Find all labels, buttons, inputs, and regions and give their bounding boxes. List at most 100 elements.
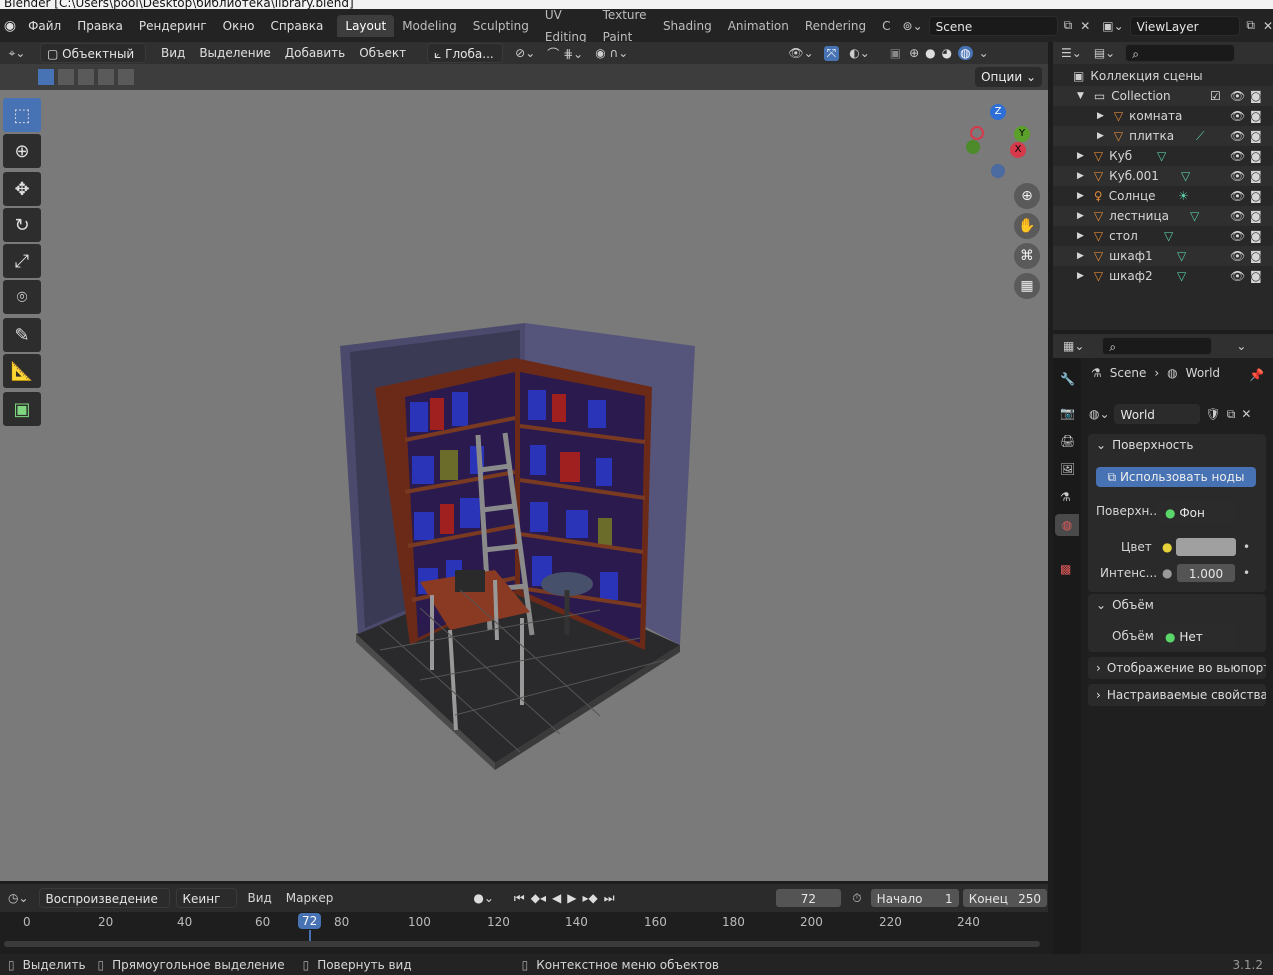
prev-keyframe-icon[interactable]: ◆◂ <box>531 891 546 905</box>
viewport-display-panel[interactable]: › Отображение во вьюпорте <box>1088 657 1266 679</box>
output-tab-icon[interactable]: 🖨 <box>1060 434 1075 448</box>
menu-help[interactable]: Справка <box>263 19 332 33</box>
orientation-select[interactable]: ⟀ Глоба... <box>427 43 504 63</box>
outliner-row-plitka[interactable]: ▶ ▽ плитка ⟋ 👁 ◙ <box>1053 126 1273 146</box>
gizmo-neg-x[interactable] <box>970 126 984 140</box>
camera-icon[interactable]: ◙ <box>1250 149 1262 163</box>
menu-object[interactable]: Объект <box>352 46 413 60</box>
expand-arrow-icon[interactable]: ▶ <box>1077 151 1084 161</box>
jump-end-icon[interactable]: ⏭ <box>604 891 615 906</box>
eye-icon[interactable]: 👁 <box>1230 209 1245 223</box>
tab-rendering[interactable]: Rendering <box>797 15 874 37</box>
new-viewlayer-icon[interactable]: ⧉ <box>1246 18 1255 33</box>
eye-icon[interactable]: 👁 <box>1230 169 1245 183</box>
timeline-scrollbar[interactable] <box>4 941 1040 947</box>
intensity-dot-icon[interactable]: • <box>1243 566 1250 580</box>
tab-sculpting[interactable]: Sculpting <box>465 15 537 37</box>
outliner-row-stol[interactable]: ▶ ▽ стол ▽ 👁 ◙ <box>1053 226 1273 246</box>
move-tool-icon[interactable]: ✥ <box>3 172 41 206</box>
texture-tab-icon[interactable]: ▩ <box>1060 562 1071 576</box>
outliner-row-collection[interactable]: ▼ ▭ Collection ☑ 👁 ◙ <box>1053 86 1273 106</box>
next-keyframe-icon[interactable]: ▸◆ <box>582 891 597 905</box>
tab-more[interactable]: C <box>874 15 898 37</box>
play-reverse-icon[interactable]: ◀ <box>552 891 561 905</box>
custom-properties-panel[interactable]: › Настраиваемые свойства <box>1088 684 1266 706</box>
select-new-icon[interactable] <box>38 69 54 85</box>
timeline-ruler[interactable]: 0 20 40 60 72 80 100 120 140 160 180 200… <box>0 912 1048 954</box>
menu-window[interactable]: Окно <box>215 19 263 33</box>
intensity-field[interactable]: 1.000 <box>1176 563 1236 583</box>
mode-select[interactable]: ▢ Объектный ... <box>40 43 146 81</box>
menu-edit[interactable]: Правка <box>69 19 131 33</box>
annotate-tool-icon[interactable]: ✎ <box>3 318 41 352</box>
camera-icon[interactable]: ◙ <box>1250 129 1262 143</box>
tab-uv-editing[interactable]: UV Editing <box>537 4 595 48</box>
scene-field[interactable]: Scene <box>928 15 1058 36</box>
camera-icon[interactable]: ◙ <box>1250 89 1262 103</box>
outliner-editor-icon[interactable]: ☰⌄ <box>1061 46 1082 60</box>
eye-icon[interactable]: 👁 <box>1230 229 1245 243</box>
camera-icon[interactable]: ◙ <box>1250 189 1262 203</box>
overlay-icon[interactable]: ◐⌄ <box>849 46 870 60</box>
cursor-tool-icon[interactable]: ⊕ <box>3 134 41 168</box>
delete-scene-icon[interactable]: ✕ <box>1080 19 1090 33</box>
rotate-tool-icon[interactable]: ↻ <box>3 208 41 242</box>
gizmo-neg-y[interactable] <box>966 140 980 154</box>
eye-icon[interactable]: 👁 <box>1230 269 1245 283</box>
menu-view[interactable]: Вид <box>154 46 192 60</box>
viewlayer-icon[interactable]: ▣⌄ <box>1102 19 1123 33</box>
tab-modeling[interactable]: Modeling <box>394 15 465 37</box>
color-swatch[interactable] <box>1176 538 1236 556</box>
camera-icon[interactable]: ◙ <box>1250 209 1262 223</box>
camera-icon[interactable]: ◙ <box>1250 249 1262 263</box>
delete-viewlayer-icon[interactable]: ✕ <box>1263 19 1273 33</box>
gizmo-y-axis[interactable]: Y <box>1014 126 1030 142</box>
material-shading-icon[interactable]: ◕ <box>942 46 952 60</box>
expand-arrow-icon[interactable]: ▶ <box>1077 191 1084 201</box>
outliner-row-shkaf2[interactable]: ▶ ▽ шкаф2 ▽ 👁 ◙ <box>1053 266 1273 286</box>
eye-icon[interactable]: 👁 <box>1230 149 1245 163</box>
wireframe-shading-icon[interactable]: ⊕ <box>909 46 919 60</box>
blender-logo-icon[interactable]: ◉ <box>0 18 20 34</box>
tab-shading[interactable]: Shading <box>655 15 720 37</box>
volume-shader-field[interactable]: ● Нет <box>1158 626 1236 646</box>
outliner-row-komnata[interactable]: ▶ ▽ комната 👁 ◙ <box>1053 106 1273 126</box>
viewlayer-tab-icon[interactable]: 🖼 <box>1060 462 1075 476</box>
expand-arrow-icon[interactable]: ▶ <box>1077 171 1084 181</box>
expand-arrow-icon[interactable]: ▶ <box>1077 231 1084 241</box>
zoom-icon[interactable]: ⊕ <box>1014 183 1040 209</box>
pin-icon[interactable]: 📌 <box>1249 368 1264 382</box>
properties-search[interactable]: ⌕ <box>1102 337 1213 355</box>
menu-render[interactable]: Рендеринг <box>131 19 215 33</box>
select-box-tool-icon[interactable]: ⬚ <box>3 98 41 132</box>
viewport-3d[interactable]: Опции ⌄ Z Y X ⊕ ✋ ⌘ ▦ ⬚ ⊕ ✥ ↻ ⤢ ⌾ ✎ 📐 ▣ <box>0 64 1048 881</box>
timeline-editor-icon[interactable]: ◷⌄ <box>8 891 29 905</box>
snap-icon[interactable]: ⌒ ⋕⌄ <box>547 45 583 62</box>
world-name-field[interactable]: World <box>1113 404 1200 424</box>
timeline-menu-marker[interactable]: Маркер <box>286 891 334 905</box>
tool-tab-icon[interactable]: 🔧 <box>1060 372 1075 386</box>
scene-selector-icon[interactable]: ⊚⌄ <box>903 19 923 33</box>
eye-icon[interactable]: 👁 <box>1230 129 1245 143</box>
camera-icon[interactable]: ◙ <box>1250 109 1262 123</box>
expand-arrow-icon[interactable]: ▼ <box>1077 91 1084 101</box>
camera-icon[interactable]: ◙ <box>1250 229 1262 243</box>
navigation-gizmo[interactable]: Z Y X <box>960 104 1040 184</box>
outliner-row-kub001[interactable]: ▶ ▽ Куб.001 ▽ 👁 ◙ <box>1053 166 1273 186</box>
properties-options-icon[interactable]: ⌄ <box>1236 339 1246 353</box>
scale-tool-icon[interactable]: ⤢ <box>3 244 41 278</box>
proportional-edit-icon[interactable]: ◉ ∩⌄ <box>595 46 628 60</box>
custom-properties-header[interactable]: › Настраиваемые свойства <box>1088 684 1266 706</box>
shading-options-icon[interactable]: ⌄ <box>979 46 989 60</box>
new-scene-icon[interactable]: ⧉ <box>1064 18 1073 33</box>
expand-arrow-icon[interactable]: ▶ <box>1077 251 1084 261</box>
perspective-grid-icon[interactable]: ▦ <box>1014 273 1040 299</box>
viewlayer-field[interactable]: ViewLayer <box>1129 15 1241 36</box>
checkbox-icon[interactable]: ☑ <box>1210 89 1221 103</box>
gizmo-x-axis[interactable]: X <box>1010 142 1026 158</box>
timeline-menu-view[interactable]: Вид <box>247 891 271 905</box>
editor-type-icon[interactable]: ⌖⌄ <box>0 46 34 61</box>
select-extend-icon[interactable] <box>58 69 74 85</box>
start-frame-field[interactable]: Начало 1 <box>869 888 960 908</box>
color-dot-icon[interactable]: • <box>1243 540 1250 554</box>
